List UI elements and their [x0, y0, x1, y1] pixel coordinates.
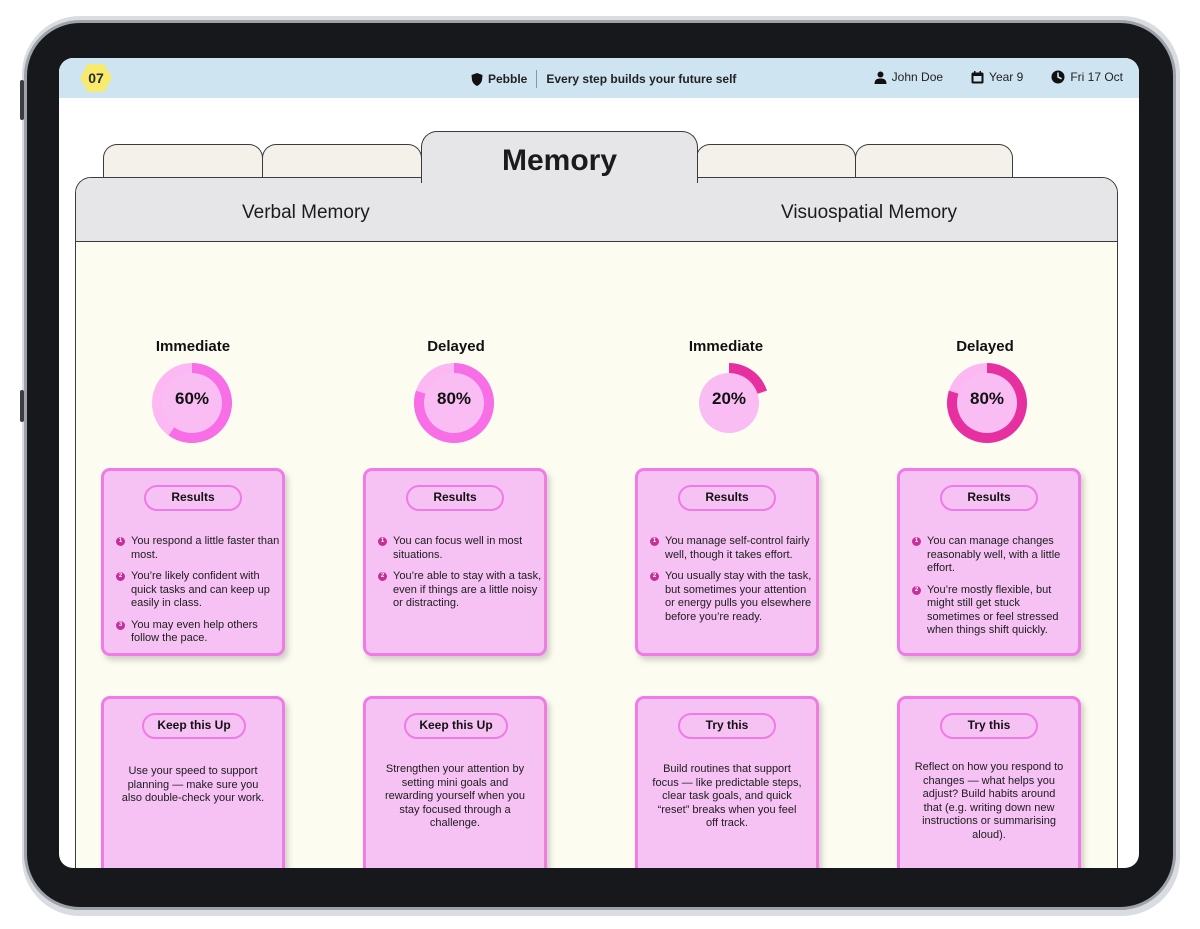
result-text: You can focus well in most situations.: [393, 535, 523, 561]
user-name: John Doe: [891, 70, 944, 84]
result-text: You can manage changes reasonably well, …: [927, 535, 1061, 574]
tip-label: Keep this Up: [142, 713, 246, 739]
date-display: Fri 17 Oct: [1051, 70, 1123, 84]
tip-label: Keep this Up: [404, 713, 508, 739]
tip-label: Try this: [940, 713, 1038, 739]
results-label: Results: [406, 485, 504, 511]
result-text: You’re likely confident with quick tasks…: [131, 570, 270, 609]
score-ring-percent: 80%: [969, 389, 1005, 408]
tip-text: Strengthen your attention by setting min…: [384, 763, 526, 829]
tab-memory-label: Memory: [501, 144, 618, 177]
date-label: Fri 17 Oct: [1070, 70, 1123, 84]
list-item: 3 You may even help others follow the pac…: [116, 619, 280, 646]
tip-card: Try this Build routines that support foc…: [635, 696, 819, 868]
result-text: You’re mostly flexible, but might still …: [927, 583, 1059, 637]
result-text: You manage self-control fairly well, tho…: [665, 535, 810, 561]
results-card: Results 1 You can focus well in most situ…: [363, 468, 547, 656]
results-label: Results: [144, 485, 242, 511]
list-item: 1 You respond a little faster than most.: [116, 535, 280, 562]
column-title: Immediate: [688, 338, 764, 355]
level-badge-number: 07: [88, 70, 104, 86]
brand-name: Pebble: [488, 72, 528, 86]
tab-memory[interactable]: Memory: [421, 131, 698, 183]
tip-label: Try this: [678, 713, 776, 739]
section-header: Verbal Memory Visuospatial Memory: [76, 178, 1117, 242]
results-card: Results 1 You manage self-control fairly …: [635, 468, 819, 656]
list-item: 1 You can focus well in most situations.: [378, 535, 542, 562]
result-text: You’re able to stay with a task, even if…: [393, 570, 542, 609]
number-2-icon: 2: [912, 585, 921, 595]
column-title: Immediate: [155, 338, 231, 355]
tablet-side-button: [20, 390, 24, 422]
tip-text: Reflect on how you respond to changes — …: [914, 761, 1064, 841]
section-verbal-memory: Verbal Memory: [242, 202, 370, 223]
user-profile[interactable]: John Doe: [874, 70, 943, 84]
result-text: You may even help others follow the pace…: [131, 618, 258, 645]
score-ring-percent: 80%: [436, 389, 472, 408]
score-ring: 80%: [412, 361, 496, 445]
number-3-icon: 3: [116, 620, 125, 630]
tab-4[interactable]: [696, 144, 856, 180]
user-meta: John Doe Year 9 Fri 17 Oct: [846, 70, 1123, 84]
number-1-icon: 1: [650, 537, 659, 546]
score-ring-percent: 20%: [711, 389, 747, 408]
year-label: Year 9: [989, 70, 1024, 84]
brand: Pebble Every step builds your future sel…: [471, 70, 736, 88]
column-title: Delayed: [956, 338, 1014, 355]
result-text: You usually stay with the task, but some…: [665, 570, 812, 623]
tip-card: Keep this Up Strengthen your attention b…: [363, 696, 547, 868]
score-ring: 80%: [945, 361, 1029, 445]
column-title: Delayed: [427, 338, 485, 355]
result-text: You respond a little faster than most.: [131, 535, 280, 561]
tip-text: Use your speed to support planning — mak…: [121, 765, 265, 804]
tagline: Every step builds your future self: [546, 72, 737, 86]
score-ring: 20%: [687, 361, 771, 445]
list-item: 1 You can manage changes reasonably well,…: [912, 535, 1076, 576]
list-item: 1 You manage self-control fairly well, th…: [650, 535, 814, 562]
tab-1[interactable]: [103, 144, 263, 180]
level-badge: 07: [79, 63, 113, 93]
number-2-icon: 2: [378, 572, 387, 581]
number-1-icon: 1: [912, 537, 921, 546]
number-2-icon: 2: [116, 572, 125, 581]
calendar-icon: [971, 70, 984, 83]
memory-panel: Verbal Memory Visuospatial Memory Immedi…: [75, 177, 1118, 868]
results-list: 1 You can focus well in most situations. …: [378, 535, 542, 619]
list-item: 2 You usually stay with the task, but som…: [650, 570, 814, 624]
results-label: Results: [940, 485, 1038, 511]
score-ring-percent: 60%: [174, 389, 210, 408]
list-item: 2 You’re likely confident with quick task…: [116, 570, 280, 611]
results-list: 1 You manage self-control fairly well, th…: [650, 535, 814, 632]
clock-icon: [1051, 70, 1065, 84]
shield-icon: [471, 72, 483, 86]
tab-5[interactable]: [855, 144, 1013, 180]
number-2-icon: 2: [650, 572, 659, 581]
brand-divider: [536, 70, 538, 88]
tip-card: Try this Reflect on how you respond to c…: [897, 696, 1081, 868]
number-1-icon: 1: [116, 537, 125, 546]
section-visuospatial-memory: Visuospatial Memory: [781, 202, 958, 223]
tip-card: Keep this Up Use your speed to support p…: [101, 696, 285, 868]
tablet-side-button: [20, 80, 24, 120]
results-card: Results 1 You respond a little faster tha…: [101, 468, 285, 656]
number-1-icon: 1: [378, 537, 387, 546]
score-ring: 60%: [150, 361, 234, 445]
user-icon: [874, 71, 887, 84]
tip-text: Build routines that support focus — like…: [652, 763, 802, 829]
results-list: 1 You respond a little faster than most. …: [116, 535, 280, 654]
list-item: 2 You’re mostly flexible, but might still…: [912, 584, 1076, 638]
list-item: 2 You’re able to stay with a task, even i…: [378, 570, 542, 611]
tab-2[interactable]: [262, 144, 422, 180]
results-list: 1 You can manage changes reasonably well,…: [912, 535, 1076, 646]
top-bar: 07 Pebble Every step builds your future …: [59, 58, 1139, 98]
app-screen: 07 Pebble Every step builds your future …: [59, 58, 1139, 868]
results-card: Results 1 You can manage changes reasonab…: [897, 468, 1081, 656]
year-group: Year 9: [971, 70, 1023, 84]
results-label: Results: [678, 485, 776, 511]
